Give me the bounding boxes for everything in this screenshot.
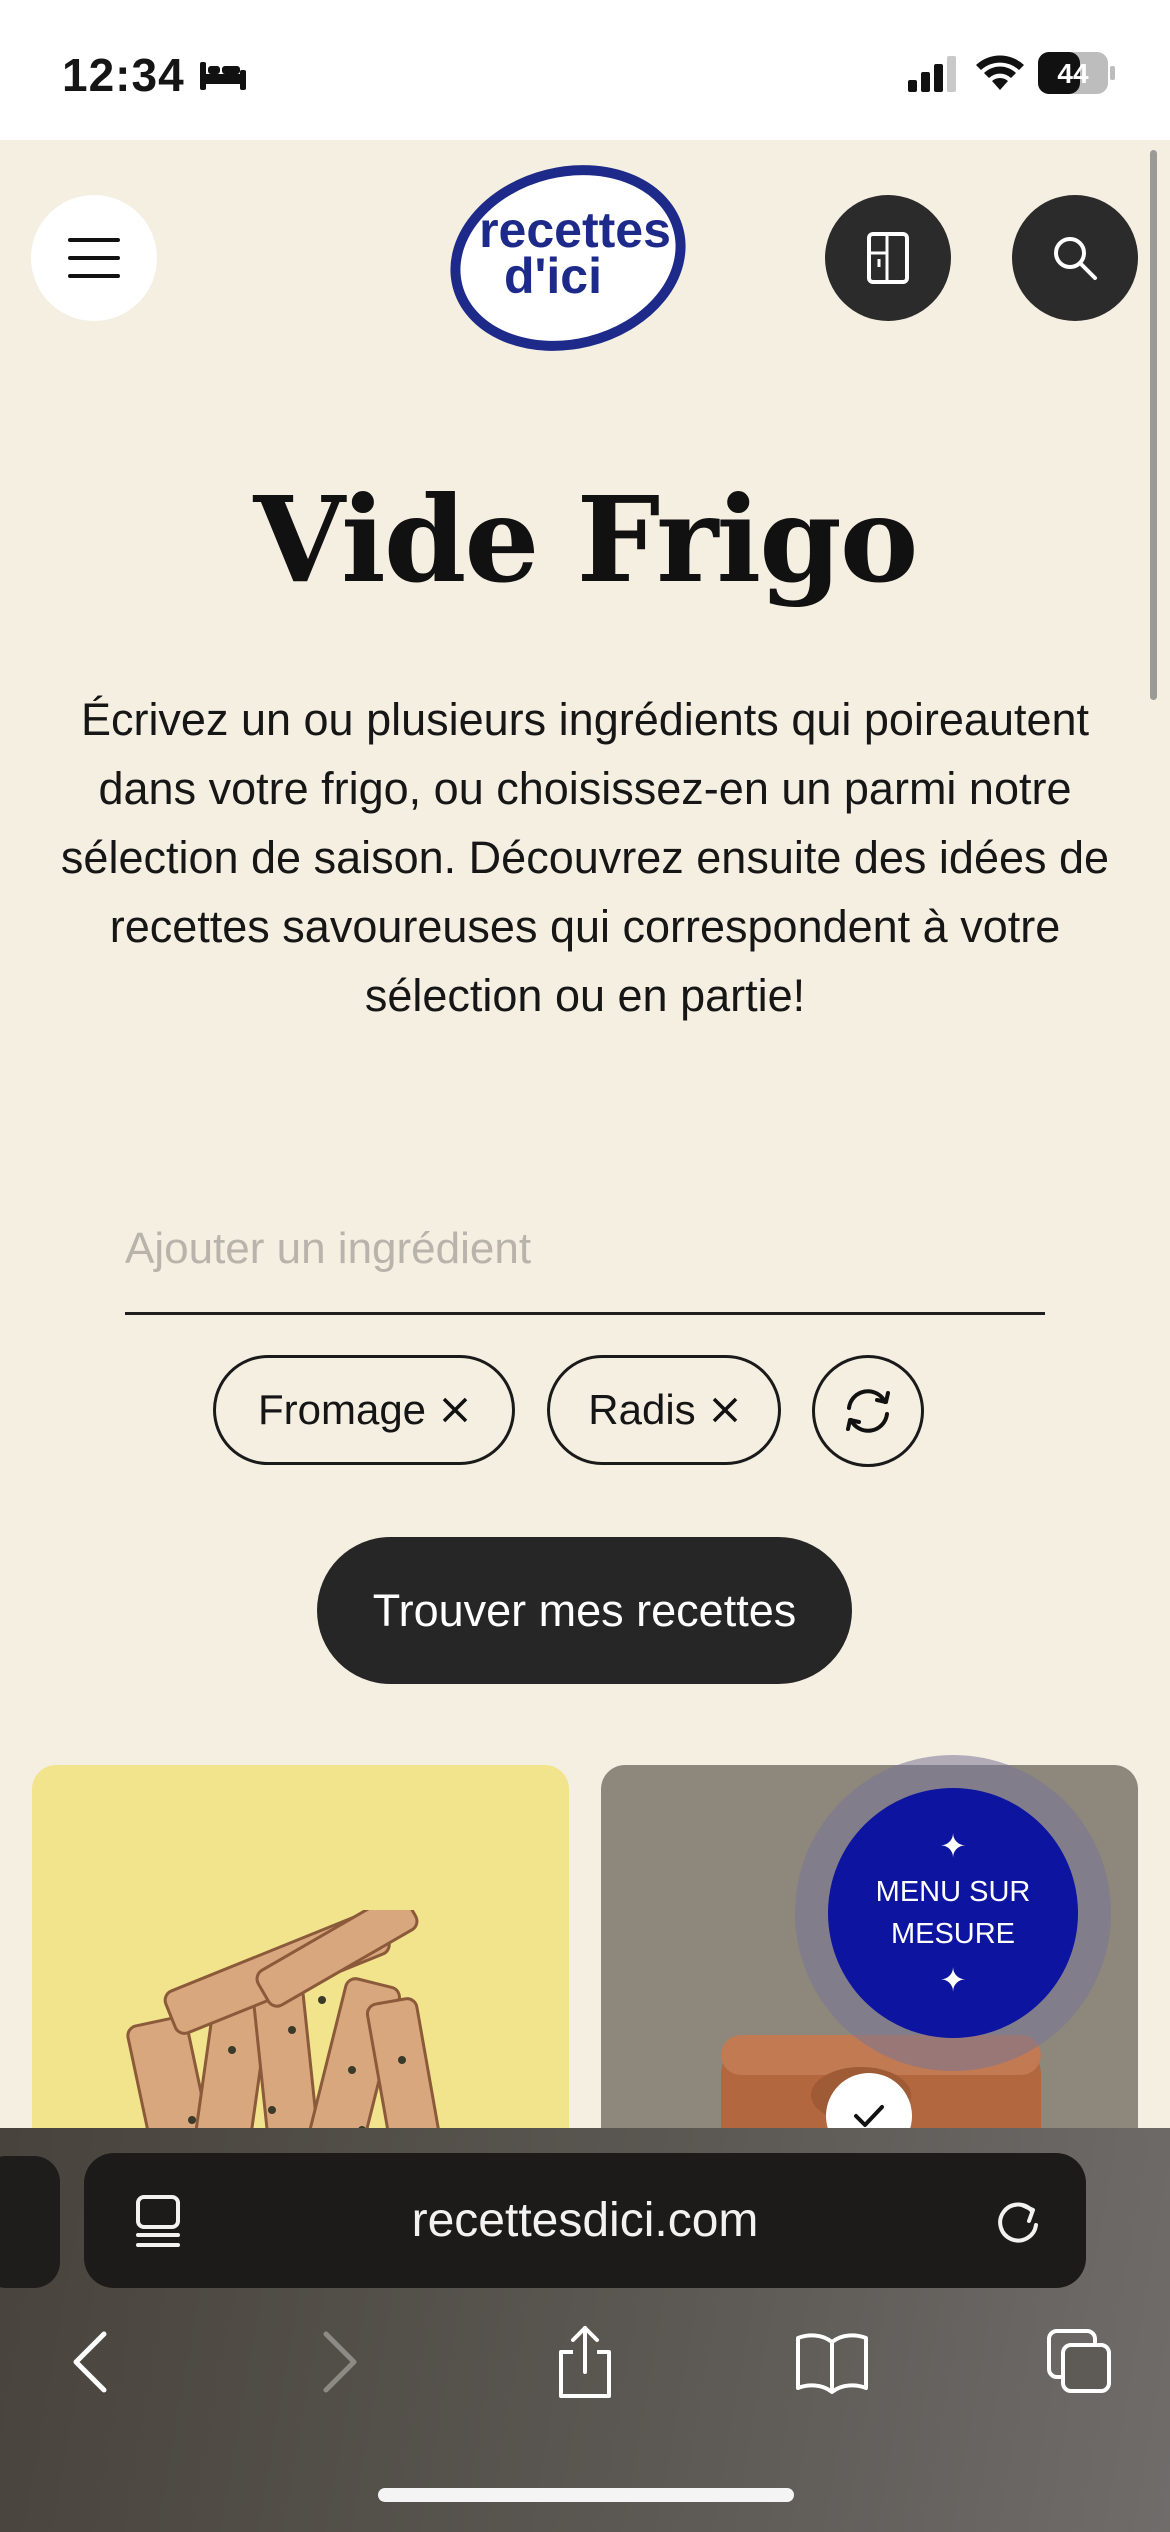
checkmark-icon bbox=[854, 2105, 884, 2127]
url-text: recettesdici.com bbox=[411, 2194, 759, 2247]
bookmarks-button[interactable] bbox=[792, 2322, 872, 2402]
tabs-icon bbox=[1047, 2329, 1111, 2393]
status-bar: 12:34 44 bbox=[0, 0, 1170, 140]
status-time: 12:34 bbox=[62, 49, 185, 101]
menu-button[interactable] bbox=[31, 195, 157, 321]
cellular-signal-icon bbox=[908, 56, 956, 92]
battery-icon: 44 bbox=[1038, 52, 1115, 94]
back-button[interactable] bbox=[50, 2322, 130, 2402]
fridge-button[interactable] bbox=[825, 195, 951, 321]
page-title: Vide Frigo bbox=[253, 470, 919, 609]
close-icon[interactable] bbox=[440, 1395, 470, 1425]
bed-icon bbox=[200, 62, 246, 90]
chevron-right-icon bbox=[323, 2331, 357, 2393]
find-recipes-button[interactable]: Trouver mes recettes bbox=[317, 1537, 852, 1684]
refresh-icon bbox=[846, 1389, 890, 1433]
svg-text:d'ici: d'ici bbox=[504, 248, 602, 304]
close-icon[interactable] bbox=[710, 1395, 740, 1425]
book-icon bbox=[796, 2333, 868, 2394]
battery-level: 44 bbox=[1057, 58, 1089, 89]
hamburger-menu-icon bbox=[68, 238, 120, 278]
scrollbar[interactable] bbox=[1150, 150, 1157, 700]
site-logo[interactable]: recettes d'ici bbox=[447, 163, 689, 353]
ingredient-chip-radis[interactable]: Radis bbox=[547, 1355, 781, 1465]
custom-menu-label: MENU SUR MESURE bbox=[875, 1876, 1031, 1950]
share-button[interactable] bbox=[545, 2322, 625, 2402]
wifi-icon bbox=[976, 55, 1024, 90]
ingredient-chip-fromage[interactable]: Fromage bbox=[213, 1355, 515, 1465]
food-image bbox=[126, 1910, 449, 2165]
recipe-card[interactable] bbox=[32, 1765, 569, 2165]
refresh-suggestions-button[interactable] bbox=[812, 1355, 924, 1467]
forward-button[interactable] bbox=[300, 2322, 380, 2402]
chevron-left-icon bbox=[73, 2331, 107, 2393]
sparkle-icon: ✦ bbox=[939, 1828, 967, 1864]
search-button[interactable] bbox=[1012, 195, 1138, 321]
reload-icon[interactable] bbox=[992, 2195, 1044, 2247]
sparkle-icon: ✦ bbox=[939, 1962, 967, 1998]
search-icon bbox=[1054, 237, 1097, 280]
tabs-button[interactable] bbox=[1040, 2322, 1120, 2402]
page-description: Écrivez un ou plusieurs ingrédients qui … bbox=[60, 694, 1110, 1021]
custom-menu-button[interactable]: ✦ MENU SUR MESURE ✦ bbox=[828, 1788, 1078, 2038]
share-icon bbox=[559, 2326, 611, 2398]
fridge-icon bbox=[867, 232, 909, 284]
chip-label: Fromage bbox=[257, 1386, 427, 1433]
chip-label: Radis bbox=[588, 1386, 696, 1433]
home-indicator[interactable] bbox=[378, 2488, 794, 2502]
ingredient-input[interactable] bbox=[125, 1195, 1045, 1315]
address-bar[interactable]: recettesdici.com bbox=[84, 2153, 1086, 2288]
previous-tab-edge[interactable] bbox=[0, 2156, 60, 2288]
